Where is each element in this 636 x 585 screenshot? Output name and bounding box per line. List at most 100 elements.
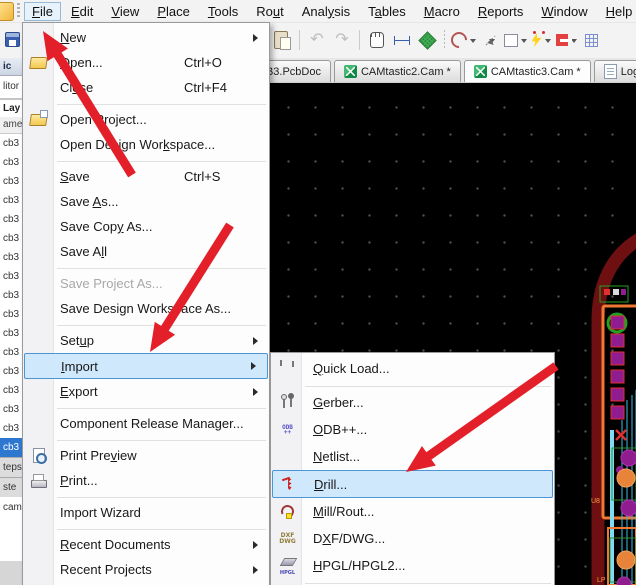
menubar-item-macro[interactable]: Macro xyxy=(416,2,468,21)
layers-panel-row[interactable]: litor xyxy=(0,76,22,98)
layers-panel-row[interactable]: cb3 xyxy=(0,267,22,286)
pan-hand-icon[interactable] xyxy=(366,28,388,52)
toolbar-separator[interactable] xyxy=(296,28,303,52)
layers-panel-row[interactable]: ste xyxy=(0,477,22,497)
file-menu-item-save[interactable]: Save Ctrl+S xyxy=(23,164,269,189)
file-menu-item-setup[interactable]: Setup xyxy=(23,328,269,353)
dropdown-caret-icon[interactable] xyxy=(470,39,476,46)
menubar-item-help[interactable]: Help xyxy=(598,2,636,21)
layers-panel-row[interactable]: cb3 xyxy=(0,286,22,305)
dropdown-caret-icon[interactable] xyxy=(545,39,551,46)
polygon-fill-icon[interactable] xyxy=(416,28,438,52)
layers-panel-row[interactable]: cb3 xyxy=(0,134,22,153)
pad-tool-icon[interactable] xyxy=(555,28,577,52)
file-menu-item-import[interactable]: Import xyxy=(24,353,268,379)
import-submenu-item-gerber[interactable]: Gerber... xyxy=(271,389,554,416)
layers-panel-row[interactable]: teps xyxy=(0,457,22,477)
grid-icon[interactable] xyxy=(580,28,602,52)
file-menu-item-open-project[interactable]: Open Project... xyxy=(23,107,269,132)
file-menu-item[interactable] xyxy=(23,264,269,271)
file-menu-item-open[interactable]: Open... Ctrl+O xyxy=(23,50,269,75)
file-menu-item[interactable] xyxy=(23,525,269,532)
import-submenu-item-odbpp[interactable]: ODB++... xyxy=(271,416,554,443)
menubar-item-edit[interactable]: Edit xyxy=(63,2,101,21)
file-menu-item-save-design-workspace-as[interactable]: Save Design Workspace As... xyxy=(23,296,269,321)
redo-icon[interactable]: ↷ xyxy=(331,28,353,52)
menubar-item-window[interactable]: Window xyxy=(533,2,595,21)
file-menu-item-save-all[interactable]: Save All xyxy=(23,239,269,264)
file-menu-item[interactable] xyxy=(23,493,269,500)
menubar-item-view[interactable]: View xyxy=(103,2,147,21)
file-menu-item-print-preview[interactable]: Print Preview xyxy=(23,443,269,468)
file-menu-item-close[interactable]: Close Ctrl+F4 xyxy=(23,75,269,100)
layers-panel-row[interactable]: ic xyxy=(0,58,22,76)
layers-panel-row[interactable]: cb3 xyxy=(0,172,22,191)
layers-panel-row[interactable]: cb3 xyxy=(0,419,22,438)
dxf-dwg-icon xyxy=(277,528,298,549)
toolbar-separator[interactable] xyxy=(356,28,363,52)
paste-icon[interactable] xyxy=(271,28,293,52)
menubar-item-analysis[interactable]: Analysis xyxy=(294,2,358,21)
file-menu-item[interactable] xyxy=(23,100,269,107)
import-submenu-item-netlist[interactable]: Netlist... xyxy=(271,443,554,470)
layers-panel-row[interactable]: cb3 xyxy=(0,191,22,210)
toolbar-separator[interactable] xyxy=(441,28,448,52)
layers-panel-row[interactable]: cb3 xyxy=(0,438,22,457)
file-menu-item-open-design-workspace[interactable]: Open Design Workspace... xyxy=(23,132,269,157)
menubar-item-file[interactable]: File xyxy=(24,2,61,21)
undo-icon[interactable]: ↶ xyxy=(306,28,328,52)
menubar-item-place[interactable]: Place xyxy=(149,2,198,21)
file-menu-item-recent-documents[interactable]: Recent Documents xyxy=(23,532,269,557)
file-menu-item-print[interactable]: Print... xyxy=(23,468,269,493)
layers-panel-row[interactable]: cb3 xyxy=(0,400,22,419)
file-menu-item-import-wizard[interactable]: Import Wizard xyxy=(23,500,269,525)
layers-panel-row[interactable]: cb3 xyxy=(0,362,22,381)
snap-point-icon[interactable] xyxy=(479,28,501,52)
dropdown-caret-icon[interactable] xyxy=(521,39,527,46)
tab-log[interactable]: Log_201 xyxy=(594,60,636,82)
save-toolbar-icon[interactable] xyxy=(4,31,20,47)
dropdown-caret-icon[interactable] xyxy=(489,39,495,46)
file-menu-item-export[interactable]: Export xyxy=(23,379,269,404)
flash-tool-icon[interactable] xyxy=(530,28,552,52)
frame-tool-icon[interactable] xyxy=(504,28,527,52)
import-submenu-item[interactable] xyxy=(271,579,554,585)
measure-icon[interactable] xyxy=(391,28,413,52)
file-menu-item-component-release-manager[interactable]: Component Release Manager... xyxy=(23,411,269,436)
file-menu-item[interactable] xyxy=(23,321,269,328)
import-submenu-item-dxf-dwg[interactable]: DXF/DWG... xyxy=(271,525,554,552)
dropdown-caret-icon[interactable] xyxy=(571,39,577,46)
layers-panel-row[interactable]: cb3 xyxy=(0,324,22,343)
file-menu-item-recent-projects[interactable]: Recent Projects xyxy=(23,557,269,582)
menubar-item-reports[interactable]: Reports xyxy=(470,2,532,21)
file-menu-item-save-project-as[interactable]: Save Project As... xyxy=(23,271,269,296)
import-submenu-item-quick-load[interactable]: Quick Load... xyxy=(271,355,554,382)
layers-panel-row[interactable]: cam xyxy=(0,497,22,519)
layers-panel-row[interactable]: cb3 xyxy=(0,381,22,400)
layers-panel-row[interactable]: cb3 xyxy=(0,153,22,172)
layers-panel-row[interactable]: cb3 xyxy=(0,343,22,362)
layers-panel-row[interactable]: cb3 xyxy=(0,229,22,248)
file-menu-item-save-copy-as[interactable]: Save Copy As... xyxy=(23,214,269,239)
tab-camtastic3[interactable]: CAMtastic3.Cam * xyxy=(464,60,591,82)
file-menu-item[interactable] xyxy=(23,404,269,411)
layers-panel-row[interactable]: ame xyxy=(0,117,22,134)
import-submenu-item-hpgl[interactable]: HPGL/HPGL2... xyxy=(271,552,554,579)
import-submenu-item-drill[interactable]: Drill... xyxy=(272,470,553,498)
tab-camtastic2[interactable]: CAMtastic2.Cam * xyxy=(334,60,461,82)
import-submenu-item-mill-rout[interactable]: Mill/Rout... xyxy=(271,498,554,525)
menubar-item-tables[interactable]: Tables xyxy=(360,2,414,21)
menubar-item-rout[interactable]: Rout xyxy=(248,2,291,21)
layers-panel-row[interactable]: Lay xyxy=(0,98,22,117)
file-menu-item-new[interactable]: New xyxy=(23,25,269,50)
menubar-item-tools[interactable]: Tools xyxy=(200,2,246,21)
file-menu-item-save-as[interactable]: Save As... xyxy=(23,189,269,214)
layers-panel-row[interactable]: cb3 xyxy=(0,210,22,229)
layers-panel-row[interactable]: cb3 xyxy=(0,248,22,267)
toolbar-grip[interactable] xyxy=(17,3,20,19)
file-menu-item[interactable] xyxy=(23,157,269,164)
import-submenu-item[interactable] xyxy=(271,382,554,389)
file-menu-item[interactable] xyxy=(23,436,269,443)
arc-tool-icon[interactable] xyxy=(451,28,476,52)
layers-panel-row[interactable]: cb3 xyxy=(0,305,22,324)
